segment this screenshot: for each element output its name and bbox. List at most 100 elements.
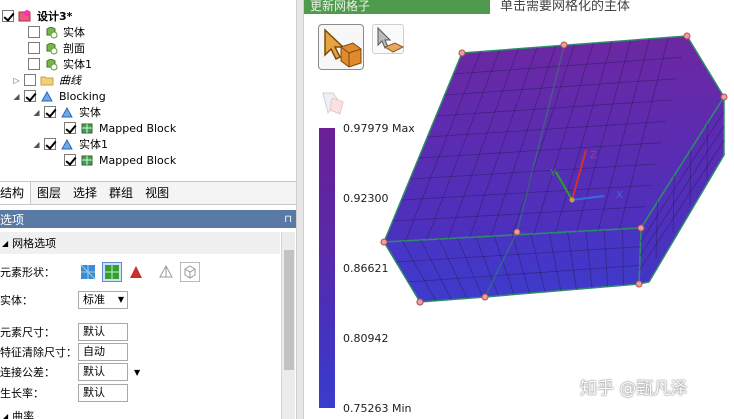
scrollbar-thumb[interactable] — [284, 250, 294, 370]
tree-item-label: 实体1 — [63, 58, 92, 71]
tab-layers[interactable]: 图层 — [31, 182, 67, 204]
collapse-icon[interactable]: ◢ — [32, 140, 41, 149]
tree-item-blocking-body1[interactable]: ◢ 实体1 — [32, 136, 108, 152]
panel-splitter[interactable] — [296, 0, 304, 419]
mesh-options-section[interactable]: ◢ 网格选项 — [0, 232, 280, 254]
mesh-vertex — [380, 238, 388, 246]
element-size-field[interactable]: 默认 — [78, 323, 128, 341]
chevron-down-icon[interactable]: ▼ — [134, 368, 140, 377]
tree-item-checkbox[interactable] — [28, 26, 40, 38]
tree-item-checkbox[interactable] — [44, 106, 56, 118]
watermark: 知乎 @甄凡泽 — [580, 379, 688, 399]
tree-item-mapped-block-2[interactable]: Mapped Block — [64, 152, 176, 168]
element-shape-label: 元素形状： — [0, 266, 55, 279]
body-icon — [44, 25, 58, 39]
pin-icon[interactable]: ⊓ — [284, 214, 292, 225]
left-panel: 设计3* 实体 剖面 实体1 ▷ 曲线 ◢ Blocking ◢ 实体 Mapp… — [0, 0, 296, 419]
collapse-icon[interactable]: ◢ — [32, 108, 41, 117]
section-icon — [44, 41, 58, 55]
tree-item-label: 剖面 — [63, 42, 85, 55]
tet-icon[interactable] — [156, 262, 176, 282]
tolerance-row: 连接公差： 默认 ▼ — [0, 362, 280, 382]
tree-item-label: Blocking — [59, 89, 106, 103]
chevron-down-icon: ▼ — [117, 295, 124, 304]
tree-item-checkbox[interactable] — [44, 138, 56, 150]
tree-root-checkbox[interactable] — [2, 10, 14, 22]
tree-item-curves[interactable]: ▷ 曲线 — [12, 72, 81, 88]
tolerance-label: 连接公差： — [0, 366, 55, 379]
mesh-vertex — [458, 49, 466, 57]
hex-icon[interactable] — [180, 262, 200, 282]
mesh-model[interactable]: X Z Y — [304, 0, 734, 419]
feature-size-label: 特征清除尺寸： — [0, 346, 77, 359]
tree-item-blocking-body[interactable]: ◢ 实体 — [32, 104, 101, 120]
mesh-vertex — [720, 93, 728, 101]
tab-selection[interactable]: 选择 — [67, 182, 103, 204]
panel-tabs: 结构 图层 选择 群组 视图 — [0, 181, 296, 205]
blocking-icon — [40, 89, 54, 103]
tab-groups[interactable]: 群组 — [103, 182, 139, 204]
collapse-icon[interactable]: ◢ — [2, 412, 8, 419]
mesh-options-label: 网格选项 — [12, 237, 57, 250]
viewport[interactable]: 更新网格子 单击需要网格化的主体 0.97979 Max 0.92300 0.8… — [304, 0, 734, 419]
tree-item-label: 实体 — [79, 106, 101, 119]
body-type-value: 标准 — [83, 293, 105, 306]
tri-mesh-icon[interactable] — [126, 262, 146, 282]
axis-z-label: Z — [590, 150, 597, 161]
tree-item-checkbox[interactable] — [28, 42, 40, 54]
axis-x-label: X — [616, 190, 623, 201]
curvature-row[interactable]: ◢ 曲率 — [0, 406, 280, 419]
mesh-vertex — [416, 298, 424, 306]
block-body-icon — [60, 137, 74, 151]
mesh-vertex — [560, 41, 568, 49]
quad-dominant-icon[interactable] — [78, 262, 98, 282]
growth-rate-label: 生长率： — [0, 387, 44, 400]
tree-item-label: 曲线 — [59, 74, 81, 87]
design-icon — [18, 9, 32, 23]
tree-item-section[interactable]: 剖面 — [28, 40, 85, 56]
tree-item-label: 实体1 — [79, 138, 108, 151]
options-panel-header: 选项 ⊓ — [0, 210, 296, 228]
tree-root[interactable]: 设计3* — [2, 8, 72, 24]
tree-item-label: Mapped Block — [99, 153, 177, 167]
tab-structure[interactable]: 结构 — [0, 182, 32, 204]
tree-item-checkbox[interactable] — [64, 122, 76, 134]
tree-item-body[interactable]: 实体 — [28, 24, 85, 40]
mesh-vertex — [513, 228, 521, 236]
tree-item-checkbox[interactable] — [24, 74, 36, 86]
feature-size-field[interactable]: 自动 — [78, 343, 128, 361]
tree-item-label: Mapped Block — [99, 121, 177, 135]
element-shape-row: 元素形状： — [0, 262, 280, 282]
collapse-icon[interactable]: ◢ — [12, 92, 21, 101]
tree-root-label: 设计3* — [37, 10, 73, 23]
body-icon — [44, 57, 58, 71]
mesh-vertex — [481, 293, 489, 301]
block-body-icon — [60, 105, 74, 119]
element-size-row: 元素尺寸： 默认 — [0, 322, 280, 342]
mesh-vertex — [683, 32, 691, 40]
mesh-vertex — [635, 280, 643, 288]
axis-y-label: Y — [549, 168, 557, 179]
mapped-block-icon — [80, 121, 94, 135]
body-type-row: 实体： 标准 ▼ — [0, 290, 280, 310]
tree-item-checkbox[interactable] — [28, 58, 40, 70]
body-type-label: 实体： — [0, 294, 33, 307]
body-type-select[interactable]: 标准 ▼ — [78, 291, 128, 309]
expand-icon[interactable]: ▷ — [12, 76, 21, 85]
mapped-block-icon — [80, 153, 94, 167]
tree-item-checkbox[interactable] — [64, 154, 76, 166]
collapse-icon[interactable]: ◢ — [2, 239, 8, 248]
mesh-vertex — [637, 224, 645, 232]
tree-item-checkbox[interactable] — [24, 90, 36, 102]
curvature-label: 曲率 — [12, 410, 35, 419]
growth-rate-field[interactable]: 默认 — [78, 384, 128, 402]
folder-icon — [40, 73, 54, 87]
tree-item-body1[interactable]: 实体1 — [28, 56, 92, 72]
tree-item-mapped-block[interactable]: Mapped Block — [64, 120, 176, 136]
tab-views[interactable]: 视图 — [139, 182, 175, 204]
tree-item-blocking[interactable]: ◢ Blocking — [12, 88, 106, 104]
options-scrollbar[interactable] — [281, 232, 295, 419]
options-title: 选项 — [0, 212, 25, 227]
quad-mesh-icon[interactable] — [102, 262, 122, 282]
tolerance-field[interactable]: 默认 — [78, 363, 128, 381]
